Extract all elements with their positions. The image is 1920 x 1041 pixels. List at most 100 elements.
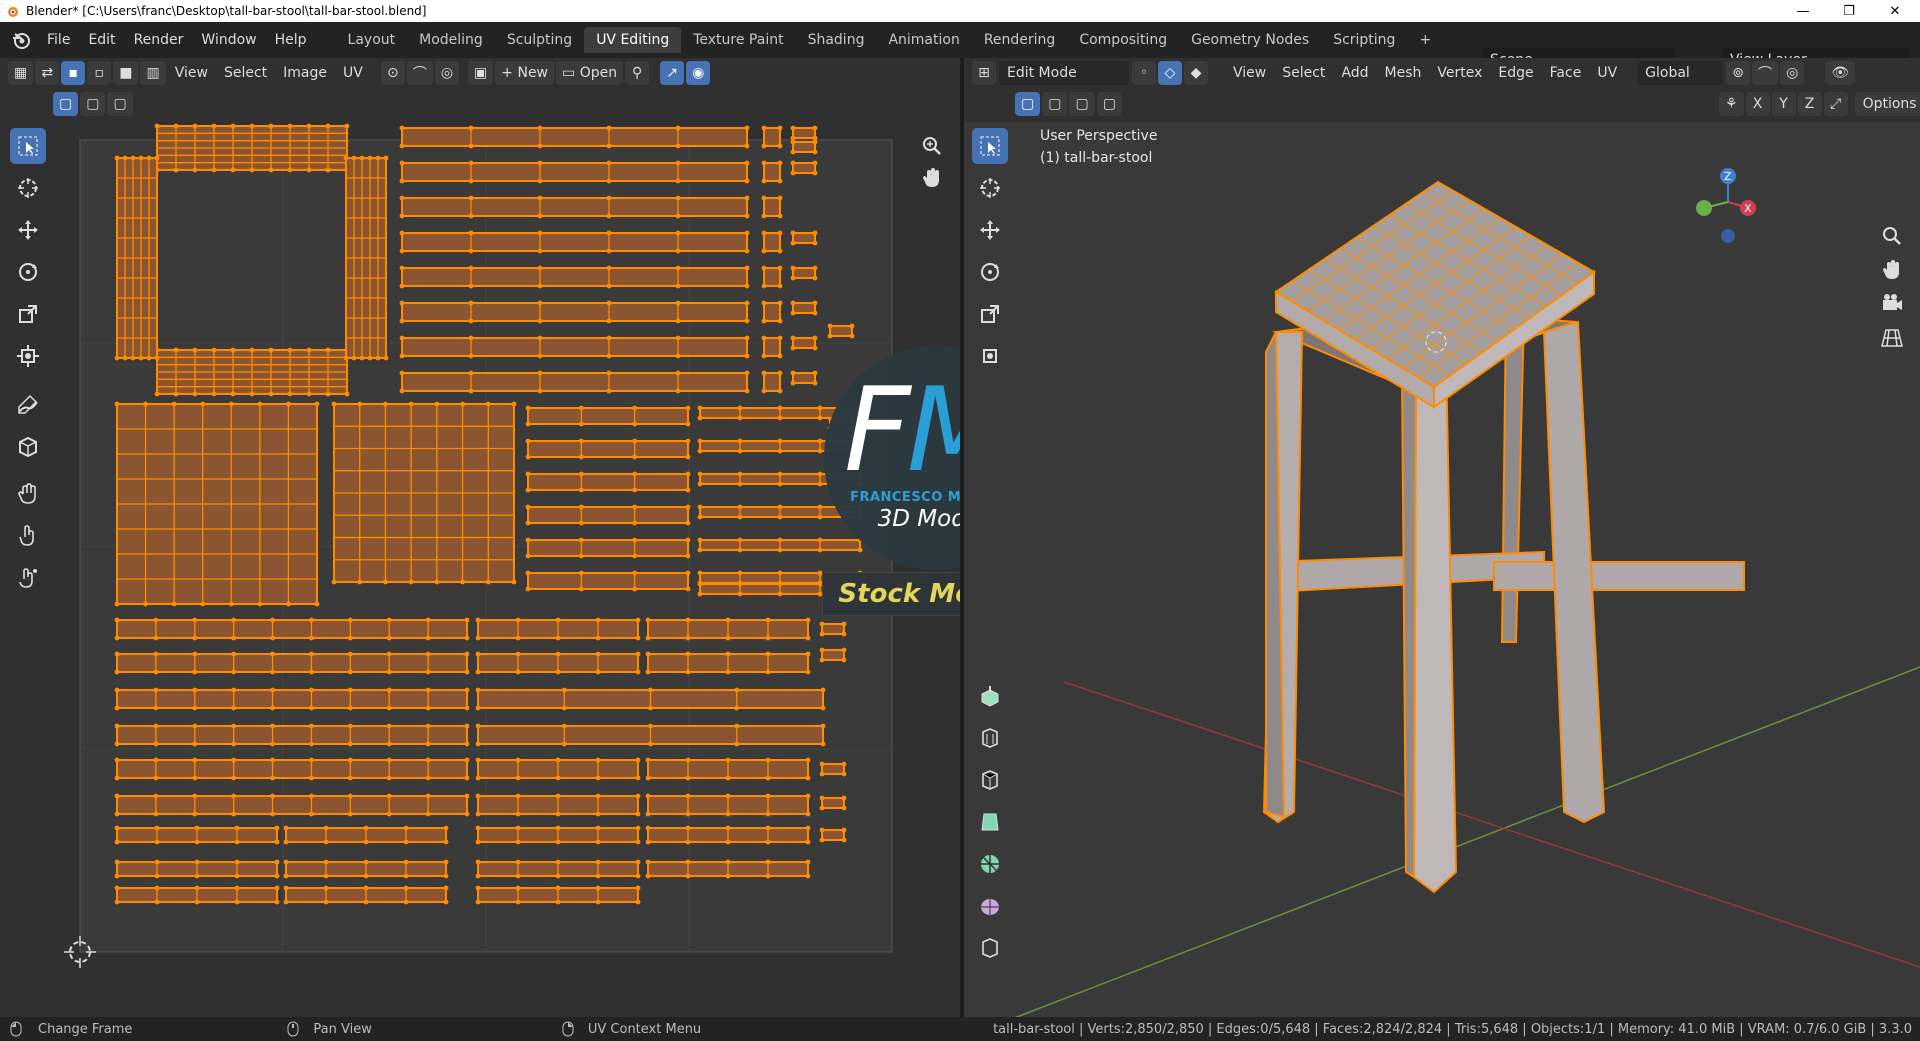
menu-window[interactable]: Window bbox=[192, 32, 265, 48]
options-dropdown[interactable]: Options ⌄ bbox=[1854, 92, 1920, 116]
menu-help[interactable]: Help bbox=[266, 32, 316, 48]
mirror-butterfly-icon[interactable]: ⚘ bbox=[1719, 92, 1744, 116]
tab-geometry-nodes[interactable]: Geometry Nodes bbox=[1179, 27, 1321, 53]
transform-orientation-selector[interactable]: Global bbox=[1637, 61, 1724, 85]
vp-proportional-icon[interactable]: ◎ bbox=[1780, 61, 1805, 85]
grab-tool[interactable] bbox=[10, 476, 46, 512]
tab-layout[interactable]: Layout bbox=[336, 27, 408, 53]
close-button[interactable]: ✕ bbox=[1872, 0, 1918, 22]
camera-view-icon[interactable] bbox=[1880, 292, 1904, 316]
uv-menu-image[interactable]: Image bbox=[275, 65, 335, 81]
proportional-icon[interactable]: ◎ bbox=[434, 61, 460, 85]
edge-mode-icon[interactable]: ◇ bbox=[1158, 61, 1182, 85]
auto-merge-icon[interactable]: ⤢ bbox=[1823, 92, 1848, 116]
annotate-tool[interactable] bbox=[10, 386, 46, 422]
vp-menu-select[interactable]: Select bbox=[1274, 65, 1333, 81]
blender-menu-icon[interactable] bbox=[10, 29, 32, 51]
menu-file[interactable]: File bbox=[38, 32, 79, 48]
vp-transform-tool[interactable] bbox=[972, 338, 1008, 374]
tab-sculpting[interactable]: Sculpting bbox=[495, 27, 584, 53]
visibility-icon[interactable]: 👁 bbox=[1825, 61, 1856, 85]
new-image-button[interactable]: + New bbox=[495, 61, 555, 85]
vp-menu-mesh[interactable]: Mesh bbox=[1377, 65, 1430, 81]
menu-render[interactable]: Render bbox=[125, 32, 193, 48]
vp-move-tool[interactable] bbox=[972, 212, 1008, 248]
pin-icon[interactable]: ⚲ bbox=[625, 61, 650, 85]
uv-menu-uv[interactable]: UV bbox=[335, 65, 371, 81]
knife-tool[interactable] bbox=[972, 846, 1008, 882]
zoom-icon[interactable] bbox=[920, 134, 944, 158]
tab-compositing[interactable]: Compositing bbox=[1067, 27, 1179, 53]
vp-select-subtract-icon[interactable]: ▢ bbox=[1069, 92, 1095, 116]
tab-texture-paint[interactable]: Texture Paint bbox=[681, 27, 795, 53]
pinch-tool[interactable] bbox=[10, 560, 46, 596]
loop-cut-tool[interactable] bbox=[972, 804, 1008, 840]
uv-canvas[interactable] bbox=[60, 118, 910, 1018]
vertex-select-icon[interactable]: ▪ bbox=[61, 61, 86, 85]
vp-menu-add[interactable]: Add bbox=[1333, 65, 1376, 81]
select-box-tool[interactable] bbox=[10, 128, 46, 164]
navigation-gizmo[interactable]: X Z bbox=[1684, 162, 1774, 252]
poly-build-tool[interactable] bbox=[972, 888, 1008, 924]
overlay-icon[interactable]: ◉ bbox=[686, 61, 711, 85]
tab-modeling[interactable]: Modeling bbox=[407, 27, 495, 53]
pivot-point-icon[interactable]: ⊚ bbox=[1726, 61, 1751, 85]
vp-select-invert-icon[interactable]: ▢ bbox=[1096, 92, 1122, 116]
uv-sticky-icon[interactable]: ↗ bbox=[660, 61, 685, 85]
relax-tool[interactable] bbox=[10, 518, 46, 554]
uv-menu-view[interactable]: View bbox=[167, 65, 216, 81]
vp-select-new-icon[interactable]: ▢ bbox=[1015, 92, 1041, 116]
vp-select-extend-icon[interactable]: ▢ bbox=[1042, 92, 1068, 116]
perspective-toggle-icon[interactable] bbox=[1880, 326, 1904, 350]
vertex-mode-icon[interactable]: ◦ bbox=[1132, 61, 1156, 85]
select-subtract-icon[interactable]: ▢ bbox=[107, 92, 133, 116]
menu-edit[interactable]: Edit bbox=[79, 32, 124, 48]
add-workspace-button[interactable]: + bbox=[1407, 27, 1443, 53]
vp-select-tool[interactable] bbox=[972, 128, 1008, 164]
extrude-tool[interactable] bbox=[972, 678, 1008, 714]
island-select-icon[interactable]: ▥ bbox=[140, 61, 166, 85]
spin-tool[interactable] bbox=[972, 930, 1008, 966]
vp-zoom-icon[interactable] bbox=[1880, 224, 1904, 248]
maximize-button[interactable]: ❐ bbox=[1826, 0, 1872, 22]
mirror-z-toggle[interactable]: Z bbox=[1797, 92, 1822, 116]
bevel-tool[interactable] bbox=[972, 762, 1008, 798]
tab-rendering[interactable]: Rendering bbox=[972, 27, 1068, 53]
face-select-icon[interactable]: ■ bbox=[113, 61, 139, 85]
move-tool[interactable] bbox=[10, 212, 46, 248]
inset-tool[interactable] bbox=[972, 720, 1008, 756]
vp-menu-uv[interactable]: UV bbox=[1589, 65, 1625, 81]
mirror-x-toggle[interactable]: X bbox=[1745, 92, 1770, 116]
image-browse-icon[interactable]: ▣ bbox=[468, 61, 494, 85]
editor-type-icon[interactable]: ▦ bbox=[8, 61, 34, 85]
edge-select-icon[interactable]: ▫ bbox=[87, 61, 112, 85]
open-image-button[interactable]: ▭ Open bbox=[556, 61, 624, 85]
pivot-icon[interactable]: ⊙ bbox=[380, 61, 405, 85]
vp-pan-hand-icon[interactable] bbox=[1880, 258, 1904, 282]
tab-uv-editing[interactable]: UV Editing bbox=[584, 27, 682, 53]
rip-tool[interactable] bbox=[10, 428, 46, 464]
viewport-editor-type-icon[interactable]: ⊞ bbox=[972, 61, 996, 85]
pan-hand-icon[interactable] bbox=[920, 166, 944, 190]
rotate-tool[interactable] bbox=[10, 254, 46, 290]
snap-icon[interactable]: ⌒ bbox=[406, 61, 433, 85]
vp-snap-icon[interactable]: ⌒ bbox=[1752, 61, 1779, 85]
vp-menu-edge[interactable]: Edge bbox=[1490, 65, 1541, 81]
mode-selector[interactable]: Edit Mode bbox=[999, 61, 1129, 85]
tab-scripting[interactable]: Scripting bbox=[1321, 27, 1407, 53]
select-new-icon[interactable]: ▢ bbox=[53, 92, 79, 116]
viewport-canvas[interactable] bbox=[964, 122, 1920, 1017]
vp-menu-vertex[interactable]: Vertex bbox=[1429, 65, 1490, 81]
face-mode-icon[interactable]: ◆ bbox=[1184, 61, 1208, 85]
cursor-tool[interactable] bbox=[10, 170, 46, 206]
vp-menu-view[interactable]: View bbox=[1225, 65, 1274, 81]
vp-rotate-tool[interactable] bbox=[972, 254, 1008, 290]
transform-tool[interactable] bbox=[10, 338, 46, 374]
select-extend-icon[interactable]: ▢ bbox=[80, 92, 106, 116]
tab-animation[interactable]: Animation bbox=[876, 27, 971, 53]
tab-shading[interactable]: Shading bbox=[796, 27, 877, 53]
uv-menu-select[interactable]: Select bbox=[216, 65, 275, 81]
minimize-button[interactable]: — bbox=[1780, 0, 1826, 22]
vp-cursor-tool[interactable] bbox=[972, 170, 1008, 206]
mirror-y-toggle[interactable]: Y bbox=[1771, 92, 1796, 116]
